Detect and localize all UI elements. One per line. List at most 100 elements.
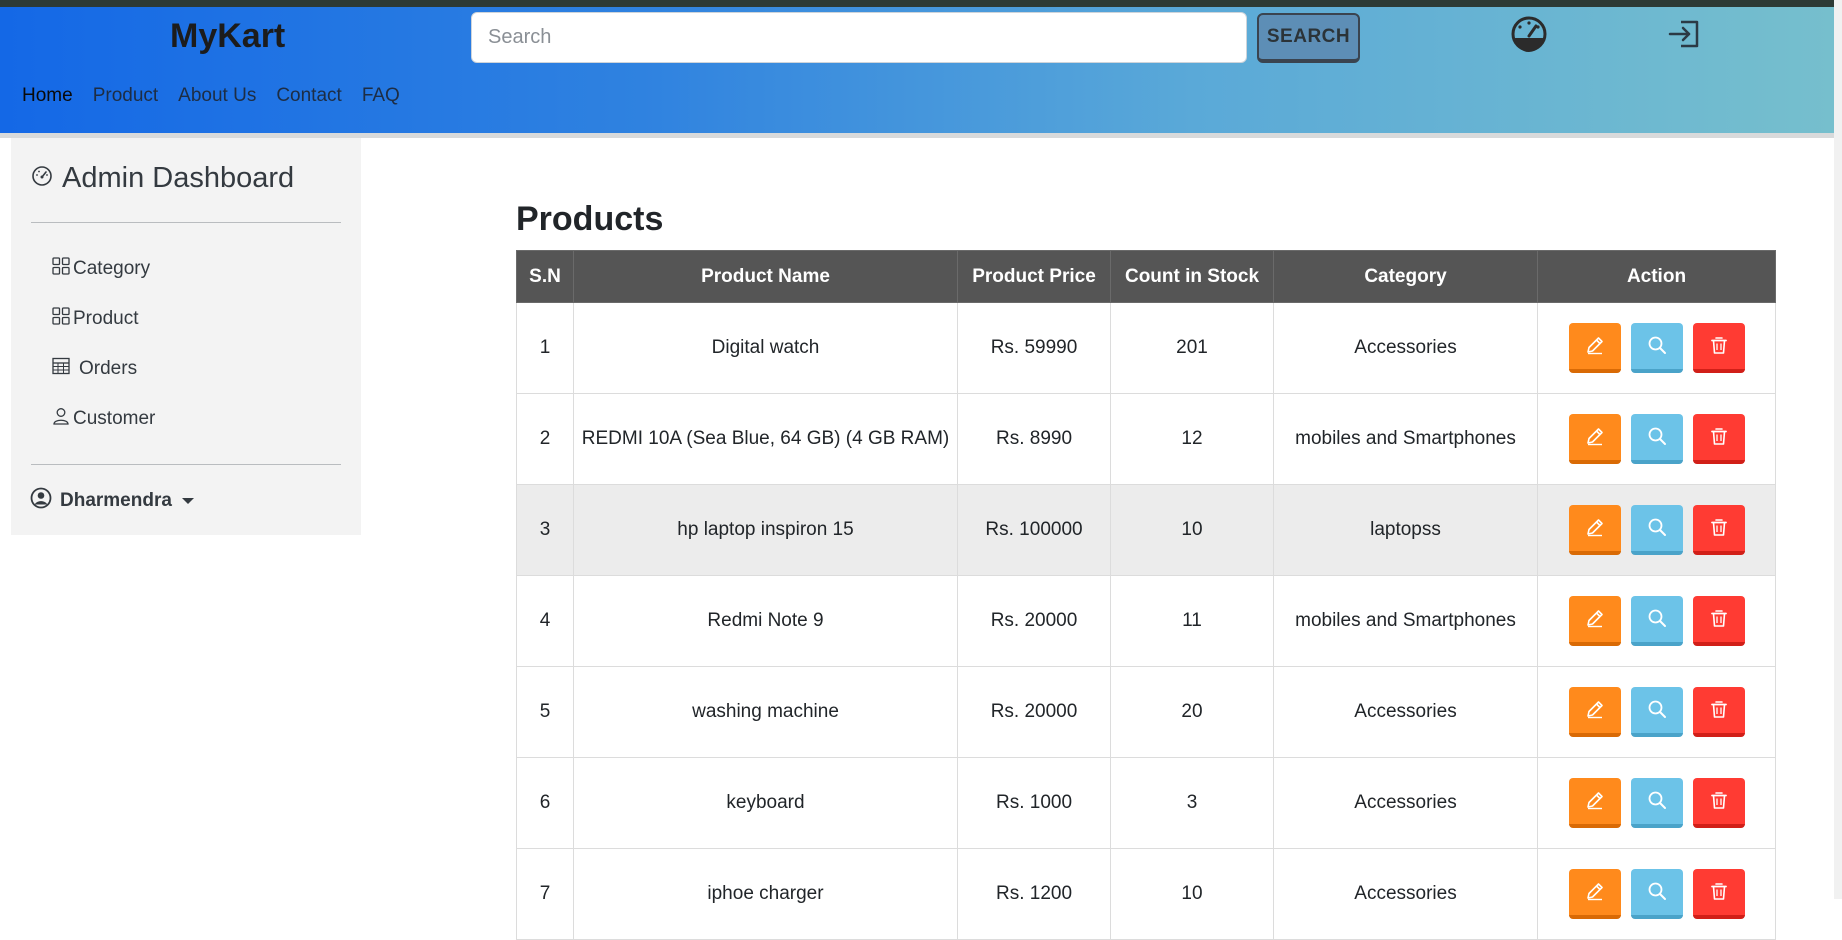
cell-sn: 2	[516, 393, 574, 485]
cell-product-name: iphoe charger	[573, 848, 958, 940]
sidebar: Admin Dashboard Category Product Orders …	[11, 138, 361, 535]
nav-links: Home Product About Us Contact FAQ	[22, 85, 400, 107]
edit-button[interactable]	[1568, 596, 1621, 646]
cell-actions	[1537, 666, 1776, 758]
sidebar-item-label: Category	[73, 258, 151, 279]
cell-product-price: Rs. 59990	[957, 302, 1111, 394]
cell-sn: 6	[516, 757, 574, 849]
cell-product-price: Rs. 1200	[957, 848, 1111, 940]
edit-button[interactable]	[1568, 323, 1621, 373]
view-button[interactable]	[1630, 869, 1683, 919]
sidebar-title: Admin Dashboard	[30, 162, 294, 195]
delete-button[interactable]	[1692, 778, 1745, 828]
sidebar-item-label: Product	[73, 308, 139, 329]
delete-trash-icon	[1708, 334, 1730, 359]
view-button[interactable]	[1630, 505, 1683, 555]
delete-trash-icon	[1708, 789, 1730, 814]
nav-link-contact[interactable]: Contact	[276, 85, 341, 107]
row-actions	[1538, 687, 1775, 737]
sidebar-divider	[31, 464, 341, 465]
cell-actions	[1537, 302, 1776, 394]
sidebar-item-orders[interactable]: Orders	[51, 356, 137, 382]
nav-link-about-us[interactable]: About Us	[178, 85, 256, 107]
nav-link-faq[interactable]: FAQ	[362, 85, 400, 107]
cell-count-in-stock: 10	[1110, 484, 1274, 576]
nav-link-product[interactable]: Product	[93, 85, 158, 107]
view-search-icon	[1646, 607, 1668, 632]
view-button[interactable]	[1630, 778, 1683, 828]
cell-count-in-stock: 12	[1110, 393, 1274, 485]
page-title: Products	[516, 200, 664, 238]
window-scrollbar-track[interactable]	[1834, 0, 1842, 899]
search-button[interactable]: SEARCH	[1257, 13, 1360, 63]
nav-link-home[interactable]: Home	[22, 85, 73, 107]
sidebar-item-category[interactable]: Category	[51, 256, 150, 282]
view-button[interactable]	[1630, 596, 1683, 646]
edit-button[interactable]	[1568, 778, 1621, 828]
table-icon	[51, 356, 71, 382]
cell-sn: 5	[516, 666, 574, 758]
delete-trash-icon	[1708, 425, 1730, 450]
row-actions	[1538, 778, 1775, 828]
cell-product-price: Rs. 100000	[957, 484, 1111, 576]
user-dropdown[interactable]: Dharmendra	[30, 487, 194, 515]
delete-button[interactable]	[1692, 505, 1745, 555]
cell-product-price: Rs. 8990	[957, 393, 1111, 485]
view-search-icon	[1646, 334, 1668, 359]
cell-product-price: Rs. 20000	[957, 666, 1111, 758]
edit-button[interactable]	[1568, 414, 1621, 464]
delete-button[interactable]	[1692, 596, 1745, 646]
delete-trash-icon	[1708, 516, 1730, 541]
edit-button[interactable]	[1568, 687, 1621, 737]
edit-pencil-icon	[1584, 516, 1606, 541]
row-actions	[1538, 414, 1775, 464]
cell-product-name: washing machine	[573, 666, 958, 758]
cell-count-in-stock: 11	[1110, 575, 1274, 667]
brand-logo[interactable]: MyKart	[170, 17, 285, 56]
delete-trash-icon	[1708, 607, 1730, 632]
sidebar-item-product[interactable]: Product	[51, 306, 138, 332]
cell-actions	[1537, 484, 1776, 576]
delete-button[interactable]	[1692, 323, 1745, 373]
delete-button[interactable]	[1692, 414, 1745, 464]
cell-count-in-stock: 3	[1110, 757, 1274, 849]
navbar: MyKart SEARCH Home Product About Us Cont…	[0, 7, 1834, 133]
products-table-container: S.N Product Name Product Price Count in …	[516, 250, 1776, 940]
edit-pencil-icon	[1584, 789, 1606, 814]
delete-button[interactable]	[1692, 869, 1745, 919]
cell-product-name: hp laptop inspiron 15	[573, 484, 958, 576]
table-row: 3 hp laptop inspiron 15 Rs. 100000 10 laptop…	[516, 484, 1776, 576]
edit-button[interactable]	[1568, 505, 1621, 555]
sidebar-title-label: Admin Dashboard	[62, 162, 295, 194]
view-button[interactable]	[1630, 323, 1683, 373]
sidebar-item-customer[interactable]: Customer	[51, 406, 155, 432]
view-search-icon	[1646, 425, 1668, 450]
table-row: 1 Digital watch Rs. 59990 201 Accessories	[516, 302, 1776, 394]
login-icon[interactable]	[1665, 14, 1705, 54]
caret-down-icon	[181, 498, 194, 504]
cell-category: Accessories	[1273, 757, 1538, 849]
cell-sn: 7	[516, 848, 574, 940]
person-icon	[51, 406, 71, 432]
cell-actions	[1537, 393, 1776, 485]
delete-trash-icon	[1708, 698, 1730, 723]
cell-count-in-stock: 10	[1110, 848, 1274, 940]
sidebar-item-label: Customer	[73, 408, 156, 429]
view-search-icon	[1646, 516, 1668, 541]
edit-pencil-icon	[1584, 607, 1606, 632]
products-table: S.N Product Name Product Price Count in …	[516, 250, 1776, 940]
view-button[interactable]	[1630, 414, 1683, 464]
view-search-icon	[1646, 880, 1668, 905]
column-header: Product Name	[573, 250, 958, 303]
view-button[interactable]	[1630, 687, 1683, 737]
cell-sn: 3	[516, 484, 574, 576]
cell-category: Accessories	[1273, 848, 1538, 940]
column-header: S.N	[516, 250, 574, 303]
dashboard-gauge-icon[interactable]	[1509, 14, 1549, 54]
delete-button[interactable]	[1692, 687, 1745, 737]
cell-actions	[1537, 575, 1776, 667]
window-top-strip	[0, 0, 1842, 7]
edit-button[interactable]	[1568, 869, 1621, 919]
user-name: Dharmendra	[60, 490, 172, 511]
search-input[interactable]	[471, 12, 1247, 63]
